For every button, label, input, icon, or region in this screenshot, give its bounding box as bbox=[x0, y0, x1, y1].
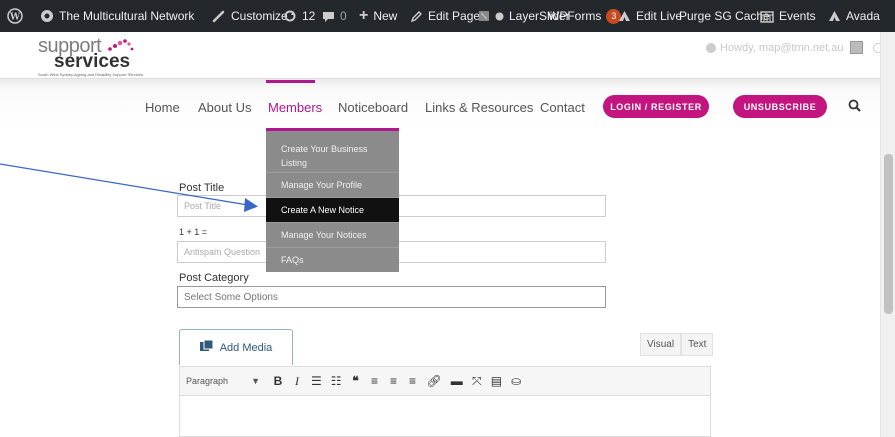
comment-bubble-icon bbox=[322, 10, 335, 23]
purge-cache-link[interactable]: Purge SG Cache bbox=[679, 0, 770, 32]
site-name-label: The Multicultural Network bbox=[59, 9, 195, 23]
avatar bbox=[850, 41, 864, 54]
logo-line2: services bbox=[54, 51, 131, 72]
align-center-icon[interactable]: ≡ bbox=[389, 374, 399, 388]
align-right-icon[interactable]: ≡ bbox=[408, 374, 418, 388]
layerslider-icon bbox=[478, 10, 490, 22]
dropdown-item-faqs[interactable]: FAQs bbox=[266, 248, 399, 272]
nav-about-us[interactable]: About Us bbox=[198, 100, 251, 115]
read-more-icon[interactable]: ▬ bbox=[451, 374, 463, 388]
edit-live-label: Edit Live bbox=[636, 9, 683, 23]
customize-label: Customize bbox=[231, 9, 288, 23]
avada-logo-icon bbox=[828, 10, 841, 22]
howdy-label: Howdy, map@tmn.net.au bbox=[720, 41, 844, 54]
editor-toolbar: Paragraph ▼ B I ☰ ☷ ❝ ≡ ≡ ≡ 🔗︎ ▬ ⤧ ▤ ⛀ bbox=[179, 366, 711, 396]
fullscreen-icon[interactable]: ⤧ bbox=[472, 374, 482, 389]
dropdown-item-label: Manage Your Notices bbox=[281, 230, 367, 240]
page-scrollbar[interactable] bbox=[880, 32, 895, 437]
dropdown-item-label: Create Your Business Listing bbox=[281, 144, 368, 168]
align-left-icon[interactable]: ≡ bbox=[370, 374, 380, 388]
editor-content-area[interactable] bbox=[179, 396, 711, 437]
new-label: New bbox=[373, 9, 398, 23]
toolbar-toggle-icon[interactable]: ▤ bbox=[491, 374, 502, 388]
nav-home[interactable]: Home bbox=[145, 100, 180, 115]
dashboard-icon bbox=[40, 9, 54, 23]
edit-live-link[interactable]: Edit Live bbox=[618, 0, 682, 32]
members-dropdown-menu: Create Your Business Listing Manage Your… bbox=[266, 128, 399, 272]
status-dot-icon bbox=[495, 12, 504, 21]
events-menu[interactable]: Events bbox=[760, 0, 816, 32]
active-nav-indicator bbox=[266, 80, 315, 83]
events-label: Events bbox=[779, 9, 816, 23]
tab-text[interactable]: Text bbox=[681, 333, 714, 356]
account-menu[interactable]: Howdy, map@tmn.net.au bbox=[706, 41, 884, 54]
editor-tabs: Visual Text bbox=[640, 333, 714, 356]
dropdown-item-label: Manage Your Profile bbox=[281, 180, 363, 190]
shortcode-icon[interactable]: ⛀ bbox=[511, 374, 521, 388]
unsubscribe-button[interactable]: UNSUBSCRIBE bbox=[733, 95, 827, 118]
add-media-label: Add Media bbox=[219, 341, 273, 354]
wordpress-logo-icon[interactable]: W bbox=[7, 0, 23, 32]
italic-button[interactable]: I bbox=[292, 374, 302, 389]
dropdown-item-label: Create A New Notice bbox=[281, 205, 365, 215]
wpforms-menu[interactable]: WPForms 3 bbox=[548, 0, 622, 32]
bullet-list-icon[interactable]: ☰ bbox=[311, 374, 322, 388]
format-select[interactable]: Paragraph ▼ bbox=[186, 376, 264, 386]
nav-contact[interactable]: Contact bbox=[540, 100, 585, 115]
post-category-label: Post Category bbox=[179, 272, 249, 284]
link-icon[interactable]: 🔗︎ bbox=[427, 374, 442, 388]
dropdown-item-label: FAQs bbox=[281, 255, 304, 265]
nav-noticeboard[interactable]: Noticeboard bbox=[338, 100, 408, 115]
avada-icon bbox=[618, 10, 631, 22]
logo-tagline: South West Sydney Ageing and Disability … bbox=[38, 72, 143, 77]
site-header: support services South West Sydney Agein… bbox=[0, 32, 895, 78]
numbered-list-icon[interactable]: ☷ bbox=[331, 374, 342, 388]
dropdown-item-manage-notices[interactable]: Manage Your Notices bbox=[266, 223, 399, 248]
purge-cache-label: Purge SG Cache bbox=[679, 9, 770, 23]
nav-members[interactable]: Members bbox=[268, 100, 322, 115]
brush-icon bbox=[212, 9, 226, 23]
bold-button[interactable]: B bbox=[273, 374, 283, 388]
edit-page-label: Edit Page bbox=[428, 9, 481, 23]
dropdown-item-manage-profile[interactable]: Manage Your Profile bbox=[266, 173, 399, 198]
antispam-label: 1 + 1 = bbox=[179, 227, 208, 237]
comments-count: 0 bbox=[340, 9, 347, 23]
wp-admin-bar: W The Multicultural Network Customize 12… bbox=[0, 0, 895, 32]
avada-menu[interactable]: Avada bbox=[828, 0, 880, 32]
pencil-icon bbox=[410, 10, 423, 23]
avada-label: Avada bbox=[846, 9, 880, 23]
wpforms-label: WPForms bbox=[548, 9, 602, 23]
svg-text:W: W bbox=[9, 13, 21, 23]
scrollbar-thumb[interactable] bbox=[884, 154, 893, 314]
comments-menu[interactable]: 0 bbox=[322, 0, 347, 32]
nav-links-resources[interactable]: Links & Resources bbox=[425, 100, 533, 115]
post-category-value: Select Some Options bbox=[184, 292, 278, 303]
calendar-icon bbox=[760, 10, 774, 23]
new-content-menu[interactable]: + New bbox=[359, 0, 397, 32]
updates-count: 12 bbox=[302, 9, 316, 23]
tab-visual[interactable]: Visual bbox=[640, 333, 682, 356]
updates-menu[interactable]: 12 bbox=[283, 0, 315, 32]
blockquote-icon[interactable]: ❝ bbox=[351, 374, 361, 388]
format-select-value: Paragraph bbox=[186, 376, 229, 386]
caret-down-icon: ▼ bbox=[251, 376, 260, 386]
dropdown-item-create-business-listing[interactable]: Create Your Business Listing bbox=[266, 140, 399, 173]
site-name-menu[interactable]: The Multicultural Network bbox=[40, 0, 194, 32]
add-media-button[interactable]: Add Media bbox=[179, 329, 293, 365]
post-category-select[interactable]: Select Some Options bbox=[177, 286, 606, 308]
login-register-button[interactable]: LOGIN / REGISTER bbox=[603, 95, 709, 118]
nav-search-icon[interactable] bbox=[848, 99, 861, 117]
antispam-placeholder: Antispam Question bbox=[184, 247, 261, 257]
dropdown-item-create-new-notice[interactable]: Create A New Notice bbox=[266, 198, 399, 223]
notification-dot-icon bbox=[706, 42, 716, 53]
post-title-label: Post Title bbox=[179, 182, 225, 194]
media-icon bbox=[199, 339, 214, 355]
customize-menu[interactable]: Customize bbox=[212, 0, 288, 32]
edit-page-link[interactable]: Edit Page bbox=[410, 0, 480, 32]
post-title-placeholder: Post Title bbox=[184, 201, 222, 211]
plus-icon: + bbox=[359, 7, 369, 24]
site-logo[interactable]: support services South West Sydney Agein… bbox=[38, 36, 143, 77]
refresh-icon bbox=[283, 9, 297, 23]
